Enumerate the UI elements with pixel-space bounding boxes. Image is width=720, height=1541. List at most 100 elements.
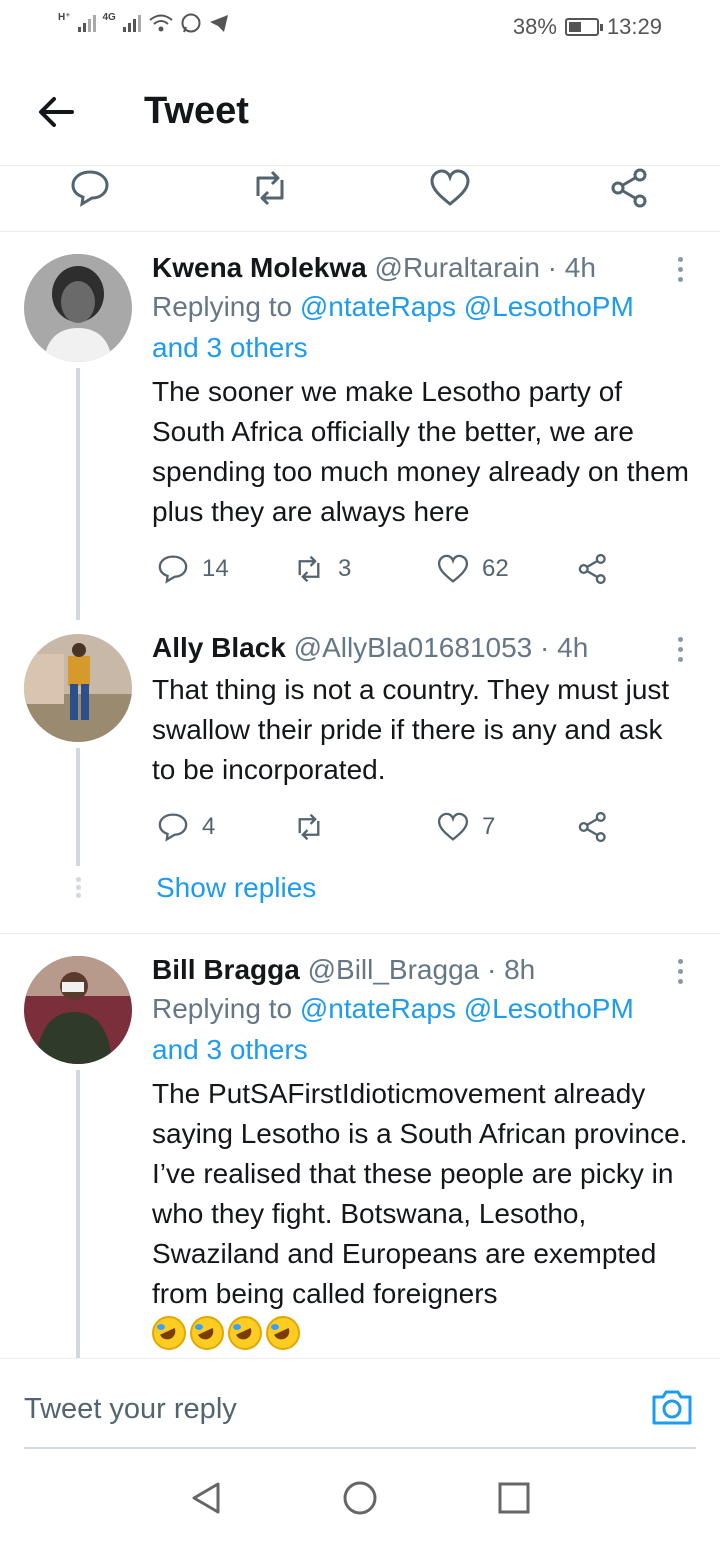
reply-icon — [158, 555, 188, 584]
thread-line — [76, 748, 80, 866]
signal-icon-2 — [122, 15, 141, 32]
status-bar: H⁺ 4G 38% 13:29 — [0, 0, 720, 56]
tweet-time: · 4h — [532, 632, 589, 663]
avatar[interactable] — [24, 956, 132, 1064]
arrow-left-icon[interactable] — [34, 90, 78, 134]
more-options-icon[interactable] — [668, 632, 692, 668]
retweet-button[interactable]: 3 — [292, 552, 351, 586]
reply-tweet[interactable]: Bill Bragga @Bill_Bragga · 8h Replying t… — [0, 934, 720, 1358]
reply-count: 4 — [202, 813, 216, 840]
nav-recents-icon[interactable] — [496, 1480, 532, 1516]
nav-home-icon[interactable] — [342, 1480, 378, 1516]
reply-input[interactable]: Tweet your reply — [24, 1393, 237, 1426]
replying-to: Replying to @ntateRaps @LesothoPM and 3 … — [152, 286, 692, 368]
like-count: 7 — [482, 813, 496, 840]
share-icon[interactable] — [608, 166, 652, 210]
tweet-body: Ally Black @AllyBla01681053 · 4h That th… — [152, 630, 692, 850]
network-type-2: 4G — [102, 11, 116, 23]
retweet-count: 3 — [338, 555, 352, 582]
status-right: 38% 13:29 — [513, 14, 662, 40]
replying-users-link[interactable]: @ntateRaps @LesothoPM — [300, 291, 634, 322]
like-count: 62 — [482, 555, 509, 582]
tweet-body: Bill Bragga @Bill_Bragga · 8h Replying t… — [152, 952, 692, 1350]
wifi-icon — [149, 14, 173, 32]
retweet-icon — [298, 555, 320, 583]
share-icon — [578, 811, 606, 843]
more-options-icon[interactable] — [668, 252, 692, 288]
battery-icon — [564, 18, 603, 36]
avatar-photo — [24, 956, 132, 1064]
retweet-icon[interactable] — [248, 166, 292, 210]
network-type-1: H⁺ — [58, 11, 71, 23]
reply-button[interactable]: 4 — [156, 810, 215, 844]
reply-count: 14 — [202, 555, 229, 582]
reply-composer: Tweet your reply — [0, 1358, 720, 1450]
tweet-text: The sooner we make Lesotho party of Sout… — [152, 376, 689, 527]
author-handle[interactable]: @AllyBla01681053 — [294, 632, 533, 663]
main-tweet-actions — [0, 166, 720, 232]
reply-tweet[interactable]: Ally Black @AllyBla01681053 · 4h That th… — [0, 612, 720, 932]
tweet-time: · 4h — [539, 252, 596, 283]
like-icon[interactable] — [428, 166, 472, 210]
tweet-header: Bill Bragga @Bill_Bragga · 8h — [152, 952, 692, 988]
like-button[interactable]: 7 — [436, 810, 495, 844]
tweet-text: That thing is not a country. They must j… — [152, 674, 670, 785]
signal-icon — [77, 15, 96, 32]
tweet-actions: 4 7 — [152, 810, 692, 850]
share-icon — [578, 553, 606, 585]
telegram-icon — [209, 15, 228, 32]
replying-prefix: Replying to — [152, 291, 300, 322]
tweet-header: Ally Black @AllyBla01681053 · 4h — [152, 630, 692, 666]
reply-button[interactable]: 14 — [156, 552, 229, 586]
replying-users-link[interactable]: @ntateRaps @LesothoPM — [300, 993, 634, 1024]
retweet-icon — [298, 813, 320, 841]
author-handle[interactable]: @Bill_Bragga — [308, 954, 480, 985]
composer-underline — [24, 1447, 696, 1449]
whatsapp-icon — [181, 13, 201, 33]
system-navigation-bar — [0, 1450, 720, 1541]
retweet-button[interactable] — [292, 810, 338, 844]
thread-continuation-dots — [74, 874, 82, 901]
author-name[interactable]: Ally Black — [152, 632, 286, 663]
avatar-photo — [24, 634, 132, 742]
reply-icon[interactable] — [68, 166, 112, 210]
author-handle[interactable]: @Ruraltarain — [375, 252, 540, 283]
share-button[interactable] — [576, 552, 610, 586]
avatar[interactable] — [24, 634, 132, 742]
replying-others-link[interactable]: and 3 others — [152, 1034, 308, 1065]
like-icon — [437, 554, 469, 583]
rolling-laughing-emoji-icon — [152, 1316, 186, 1350]
rolling-laughing-emoji-icon — [266, 1316, 300, 1350]
like-icon — [437, 812, 469, 841]
reply-icon — [158, 813, 188, 842]
tweet-body: Kwena Molekwa @Ruraltarain · 4h Replying… — [152, 250, 692, 592]
rolling-laughing-emoji-icon — [228, 1316, 262, 1350]
like-button[interactable]: 62 — [436, 552, 509, 586]
reply-tweet[interactable]: Kwena Molekwa @Ruraltarain · 4h Replying… — [0, 232, 720, 620]
replying-to: Replying to @ntateRaps @LesothoPM and 3 … — [152, 988, 692, 1070]
replying-others-link[interactable]: and 3 others — [152, 332, 308, 363]
tweet-header: Kwena Molekwa @Ruraltarain · 4h — [152, 250, 692, 286]
author-name[interactable]: Bill Bragga — [152, 954, 300, 985]
status-left: H⁺ 4G — [58, 12, 230, 34]
avatar[interactable] — [24, 254, 132, 362]
avatar-photo — [24, 254, 132, 362]
clock: 13:29 — [606, 14, 662, 39]
battery-percent: 38% — [512, 14, 557, 39]
nav-back-icon[interactable] — [188, 1480, 224, 1516]
tweet-actions: 14 3 62 — [152, 552, 692, 592]
emoji-row: 🤣🤣🤣🤣 — [152, 1316, 692, 1350]
thread-line — [76, 368, 80, 620]
replying-prefix: Replying to — [152, 993, 300, 1024]
more-options-icon[interactable] — [668, 954, 692, 990]
camera-icon[interactable] — [650, 1385, 694, 1429]
tweet-text: The PutSAFirstIdioticmovement already sa… — [152, 1078, 688, 1309]
tweet-time: · 8h — [479, 954, 536, 985]
rolling-laughing-emoji-icon — [190, 1316, 224, 1350]
thread-line — [76, 1070, 80, 1358]
author-name[interactable]: Kwena Molekwa — [152, 252, 367, 283]
show-replies-link[interactable]: Show replies — [156, 872, 316, 904]
page-title: Tweet — [144, 90, 249, 132]
share-button[interactable] — [576, 810, 610, 844]
app-header: Tweet — [0, 56, 720, 166]
